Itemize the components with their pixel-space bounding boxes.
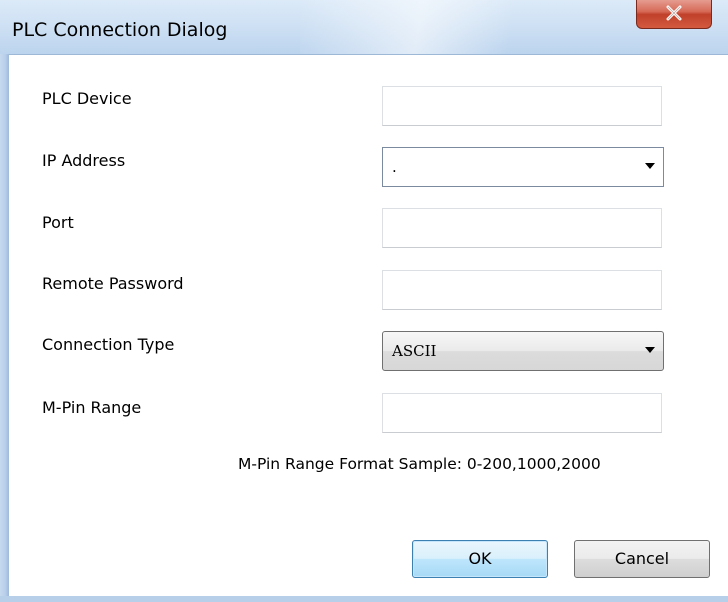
m-pin-range-input[interactable] [382,393,662,433]
plc-connection-dialog: PLC Connection Dialog PLC Device IP Addr… [0,0,728,602]
ip-address-value: . [392,158,397,176]
window-frame-left [0,54,9,602]
port-label: Port [42,213,74,232]
window-frame-bottom [0,596,728,602]
ip-address-label: IP Address [42,151,126,170]
chevron-down-icon[interactable] [645,163,655,169]
chevron-down-icon[interactable] [645,347,655,353]
port-input[interactable] [382,208,662,248]
remote-password-input[interactable] [382,270,662,310]
ip-address-combobox[interactable]: . [382,147,664,187]
window-title: PLC Connection Dialog [12,19,228,41]
plc-device-input[interactable] [382,86,662,126]
m-pin-range-format-hint: M-Pin Range Format Sample: 0-200,1000,20… [238,455,601,473]
remote-password-label: Remote Password [42,274,184,293]
ok-button[interactable]: OK [412,540,548,578]
title-bar[interactable]: PLC Connection Dialog [0,0,728,55]
connection-type-value: ASCII [392,342,437,360]
close-button[interactable] [636,0,712,29]
cancel-button[interactable]: Cancel [574,540,710,578]
m-pin-range-label: M-Pin Range [42,398,142,417]
plc-device-label: PLC Device [42,89,132,108]
close-icon [666,5,682,21]
connection-type-label: Connection Type [42,335,175,354]
connection-type-select[interactable]: ASCII [382,331,664,371]
